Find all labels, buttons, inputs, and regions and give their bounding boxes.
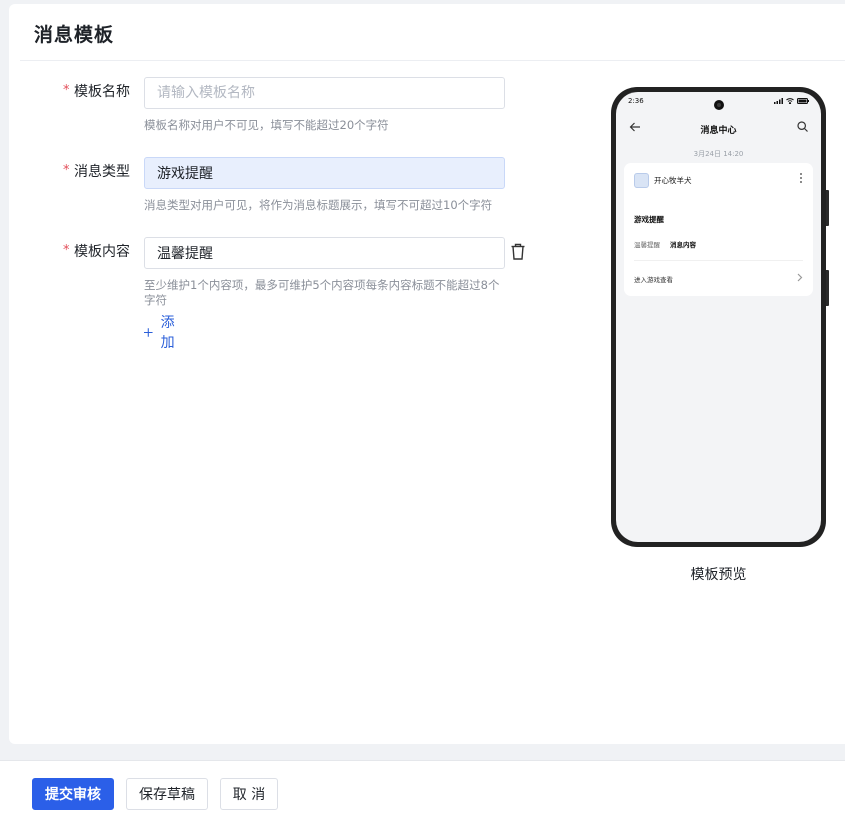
app-icon bbox=[634, 173, 649, 188]
wifi-icon bbox=[786, 98, 794, 104]
more-icon bbox=[800, 173, 803, 185]
app-name: 开心牧羊犬 bbox=[654, 176, 692, 185]
required-mark: * bbox=[63, 163, 70, 178]
status-time: 2:36 bbox=[628, 97, 644, 105]
phone-preview: 2:36 消息中心 3月24日 14:20 开心牧羊犬 游戏提醒 温馨提醒 消息… bbox=[611, 87, 826, 547]
template-content-input[interactable] bbox=[144, 237, 505, 269]
add-content-label: 添加 bbox=[160, 315, 175, 351]
message-type-input[interactable] bbox=[144, 157, 505, 189]
page-title: 消息模板 bbox=[34, 24, 115, 46]
preview-message-title: 游戏提醒 bbox=[634, 215, 664, 224]
message-type-hint: 消息类型对用户可见，将作为消息标题展示，填写不可超过10个字符 bbox=[144, 198, 493, 212]
footer-bar: 提交审核 保存草稿 取 消 bbox=[0, 760, 845, 818]
battery-icon bbox=[797, 98, 809, 104]
status-icons bbox=[774, 98, 809, 104]
preview-nav: 消息中心 bbox=[616, 118, 821, 138]
chevron-right-icon bbox=[797, 273, 803, 282]
submit-review-button[interactable]: 提交审核 bbox=[32, 778, 114, 810]
preview-caption: 模板预览 bbox=[690, 567, 747, 583]
search-icon bbox=[797, 121, 808, 132]
save-draft-button[interactable]: 保存草稿 bbox=[126, 778, 208, 810]
preview-nav-title: 消息中心 bbox=[700, 126, 737, 136]
phone-screen: 2:36 消息中心 3月24日 14:20 开心牧羊犬 游戏提醒 温馨提醒 消息… bbox=[616, 92, 821, 542]
signal-icon bbox=[774, 98, 783, 104]
preview-message-card: 开心牧羊犬 游戏提醒 温馨提醒 消息内容 进入游戏查看 bbox=[624, 163, 813, 296]
preview-content-value: 消息内容 bbox=[670, 241, 696, 249]
template-name-input[interactable] bbox=[144, 77, 505, 109]
preview-date: 3月24日 14:20 bbox=[693, 150, 744, 158]
message-type-label: 消息类型 bbox=[74, 164, 130, 180]
template-name-label: 模板名称 bbox=[74, 84, 130, 100]
preview-enter-text: 进入游戏查看 bbox=[634, 276, 673, 284]
template-content-label: 模板内容 bbox=[74, 244, 130, 260]
preview-content-key: 温馨提醒 bbox=[634, 241, 660, 249]
trash-icon[interactable] bbox=[510, 243, 526, 261]
front-camera bbox=[713, 100, 724, 110]
plus-icon bbox=[144, 327, 153, 337]
cancel-button[interactable]: 取 消 bbox=[220, 778, 278, 810]
required-mark: * bbox=[63, 83, 70, 98]
divider bbox=[634, 260, 803, 261]
preview-content-item: 温馨提醒 消息内容 bbox=[634, 239, 696, 249]
template-name-hint: 模板名称对用户不可见，填写不能超过20个字符 bbox=[144, 118, 389, 132]
divider bbox=[20, 60, 845, 61]
required-mark: * bbox=[63, 243, 70, 258]
template-content-hint: 至少维护1个内容项，最多可维护5个内容项每条内容标题不能超过8个字符 bbox=[144, 278, 500, 307]
add-content-button[interactable]: 添加 bbox=[144, 312, 179, 352]
